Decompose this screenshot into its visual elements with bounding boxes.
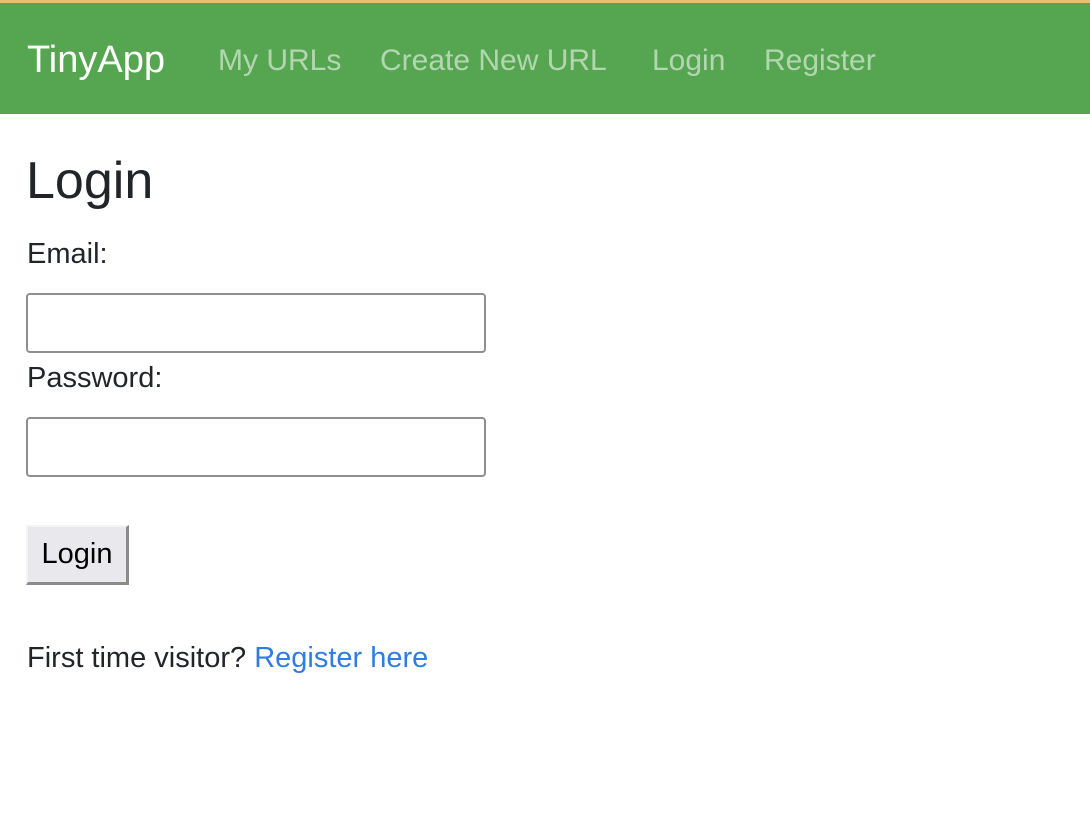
brand-link[interactable]: TinyApp: [27, 38, 165, 82]
page-title: Login: [26, 152, 154, 210]
password-label: Password:: [27, 362, 163, 394]
register-prompt-text: First time visitor?: [27, 642, 247, 674]
password-field[interactable]: [26, 417, 486, 477]
top-navbar: TinyApp My URLs Create New URL Login Reg…: [0, 0, 1090, 114]
email-label: Email:: [27, 238, 108, 270]
register-here-link[interactable]: Register here: [254, 642, 428, 674]
email-field[interactable]: [26, 293, 486, 353]
nav-my-urls-link[interactable]: My URLs: [218, 41, 341, 81]
register-prompt: First time visitor? Register here: [27, 640, 428, 676]
login-button[interactable]: Login: [26, 525, 129, 585]
nav-create-new-url-link[interactable]: Create New URL: [380, 41, 607, 81]
nav-login-link[interactable]: Login: [652, 41, 725, 81]
nav-register-link[interactable]: Register: [764, 41, 876, 81]
